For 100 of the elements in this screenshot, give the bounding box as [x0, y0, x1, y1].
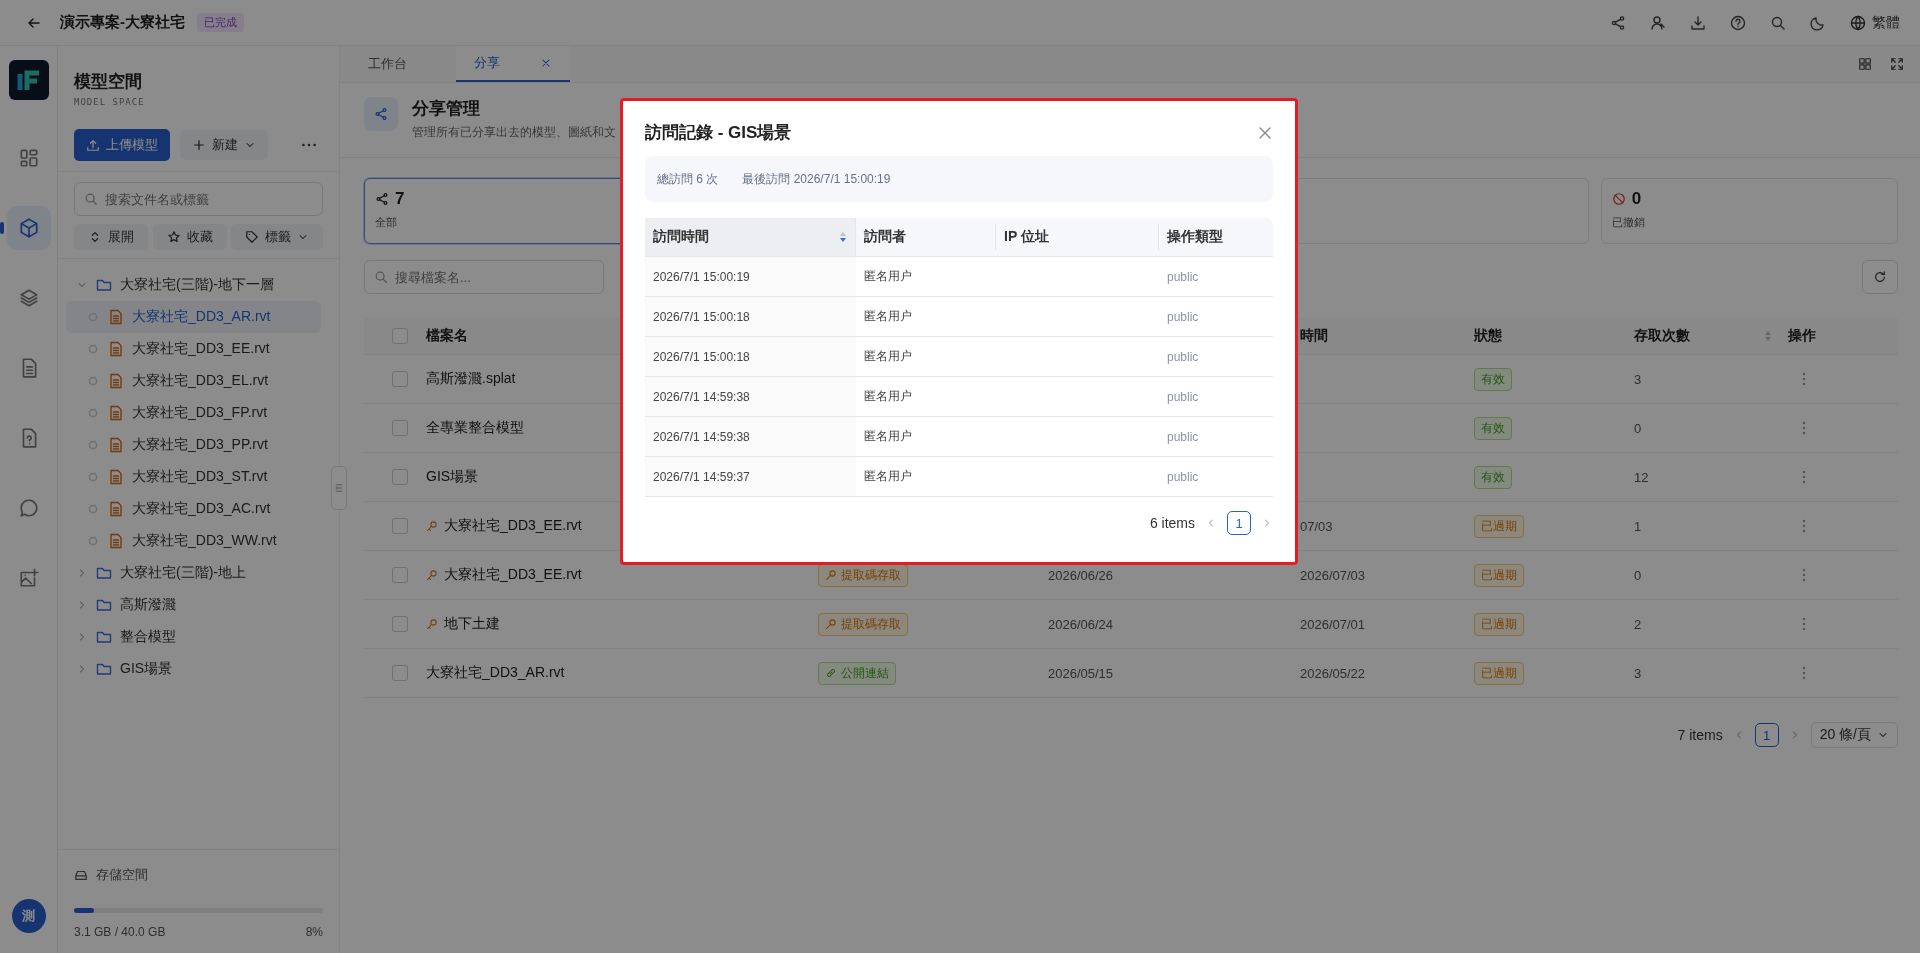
file-item[interactable]: 大寮社宅_DD3_AC.rvt	[66, 493, 321, 525]
file-item[interactable]: 大寮社宅_DD3_AR.rvt	[66, 301, 321, 333]
more-icon[interactable]	[1802, 421, 1806, 435]
column-header: 訪問者	[856, 224, 996, 250]
row-checkbox[interactable]	[392, 518, 408, 534]
active-indicator	[0, 222, 4, 234]
stat-count: 0	[1631, 189, 1642, 209]
search-field[interactable]: 搜尋檔案名...	[364, 260, 604, 294]
page-size-select[interactable]: 20 條/頁	[1810, 722, 1898, 748]
upload-button[interactable]: 上傳模型	[74, 129, 170, 161]
folder-icon	[96, 597, 112, 613]
row-checkbox[interactable]	[392, 567, 408, 583]
action-type: public	[1166, 468, 1200, 486]
row-checkbox[interactable]	[392, 420, 408, 436]
page-button[interactable]: 1	[1754, 723, 1779, 747]
action-type: public	[1166, 428, 1200, 446]
language-button[interactable]: 繁體	[1850, 13, 1900, 32]
more-icon[interactable]	[1802, 372, 1806, 386]
total-count: 6 items	[1149, 515, 1195, 531]
row-checkbox[interactable]	[392, 371, 408, 387]
filter-button[interactable]: 收藏	[152, 224, 227, 250]
drive-icon	[74, 868, 88, 882]
file-item[interactable]: 大寮社宅_DD3_ST.rvt	[66, 461, 321, 493]
search-icon	[374, 270, 388, 284]
status-tag: 有效	[1474, 465, 1512, 489]
access-count: 2	[1634, 616, 1642, 632]
column-header[interactable]: 訪問時間	[645, 218, 856, 256]
file-item[interactable]: 大寮社宅_DD3_EE.rvt	[66, 333, 321, 365]
folder-item[interactable]: 整合模型	[66, 621, 321, 653]
more-icon[interactable]	[1802, 470, 1806, 484]
column-header[interactable]: 存取次數	[1634, 327, 1690, 345]
file-item[interactable]: 大寮社宅_DD3_WW.rvt	[66, 525, 321, 557]
folder-item[interactable]: GIS場景	[66, 653, 321, 685]
space-subtitle: MODEL SPACE	[74, 97, 146, 107]
row-checkbox[interactable]	[392, 469, 408, 485]
visitor-name: 匿名用户	[863, 268, 913, 285]
file-icon	[108, 501, 124, 517]
more-icon[interactable]	[1802, 519, 1806, 533]
file-item[interactable]: 大寮社宅_DD3_PP.rvt	[66, 429, 321, 461]
circle-icon	[88, 504, 98, 514]
folder-item[interactable]: 大寮社宅(三階)-地下一層	[66, 269, 321, 301]
visit-time: 2026/7/1 15:00:18	[645, 337, 856, 376]
stat-card[interactable]: 0 已撤銷	[1600, 178, 1898, 244]
more-icon[interactable]	[1802, 617, 1806, 631]
new-button[interactable]: 新建	[180, 130, 268, 160]
filter-button[interactable]: 展開	[74, 224, 148, 250]
access-count: 0	[1634, 567, 1642, 583]
more-icon[interactable]	[1802, 666, 1806, 680]
expiry-date: 2026/05/22	[1300, 665, 1366, 681]
help-icon[interactable]	[1730, 14, 1746, 31]
column-header: 操作	[1788, 327, 1816, 345]
column-header: 狀態	[1474, 327, 1502, 345]
refresh-icon	[1873, 270, 1887, 284]
page-button[interactable]: 1	[1227, 511, 1251, 535]
file-item[interactable]: 大寮社宅_DD3_FP.rvt	[66, 397, 321, 429]
cube-icon[interactable]	[6, 206, 51, 250]
file-name: 大寮社宅_DD3_EE.rvt	[444, 566, 582, 584]
layout-icon[interactable]	[1858, 57, 1872, 71]
refresh-button[interactable]	[1862, 260, 1898, 294]
page-description: 管理所有已分享出去的模型、圖紙和文	[412, 124, 616, 141]
collapse-handle[interactable]	[331, 466, 347, 510]
folder-icon	[96, 661, 112, 677]
sort-icon[interactable]	[1764, 330, 1772, 342]
plus-icon	[192, 138, 206, 152]
download-icon[interactable]	[1690, 14, 1706, 31]
row-checkbox[interactable]	[392, 665, 408, 681]
sort-icon[interactable]	[839, 231, 847, 243]
file-name: 大寮社宅_DD3_EE.rvt	[444, 517, 582, 535]
folder-item[interactable]: 高斯潑濺	[66, 589, 321, 621]
stat-count: 7	[395, 189, 405, 209]
share-icon	[375, 192, 389, 206]
folder-icon	[96, 277, 112, 293]
circle-icon	[88, 312, 98, 322]
visitor-name: 匿名用户	[863, 428, 913, 445]
person-icon[interactable]	[1650, 14, 1666, 31]
folder-item[interactable]: 大寮社宅(三階)-地上	[66, 557, 321, 589]
user-avatar[interactable]: 測	[11, 899, 46, 933]
close-icon[interactable]	[540, 57, 552, 69]
column-header: 時間	[1300, 327, 1328, 345]
search-icon[interactable]	[1770, 14, 1786, 31]
file-item[interactable]: 大寮社宅_DD3_EL.rvt	[66, 365, 321, 397]
access-count: 3	[1634, 371, 1642, 387]
more-icon[interactable]	[301, 142, 317, 148]
space-title: 模型空間	[74, 71, 143, 93]
search-field[interactable]: 搜索文件名或標籤	[74, 182, 323, 216]
row-checkbox[interactable]	[392, 616, 408, 632]
fullscreen-icon[interactable]	[1890, 57, 1904, 71]
visit-time: 2026/7/1 14:59:37	[645, 457, 856, 496]
share-icon[interactable]	[1610, 14, 1626, 31]
status-tag: 已過期	[1474, 514, 1524, 538]
expiry-date: 2026/07/01	[1300, 616, 1366, 632]
select-all-checkbox[interactable]	[392, 328, 408, 344]
circle-icon	[88, 408, 98, 418]
moon-icon[interactable]	[1810, 14, 1826, 31]
star-icon	[166, 230, 181, 244]
expiry-date: 07/03	[1300, 518, 1333, 534]
tab[interactable]: 工作台	[350, 46, 456, 82]
more-icon[interactable]	[1802, 568, 1806, 582]
filter-button[interactable]: 標籤	[231, 224, 323, 250]
status-tag: 有效	[1474, 367, 1512, 391]
